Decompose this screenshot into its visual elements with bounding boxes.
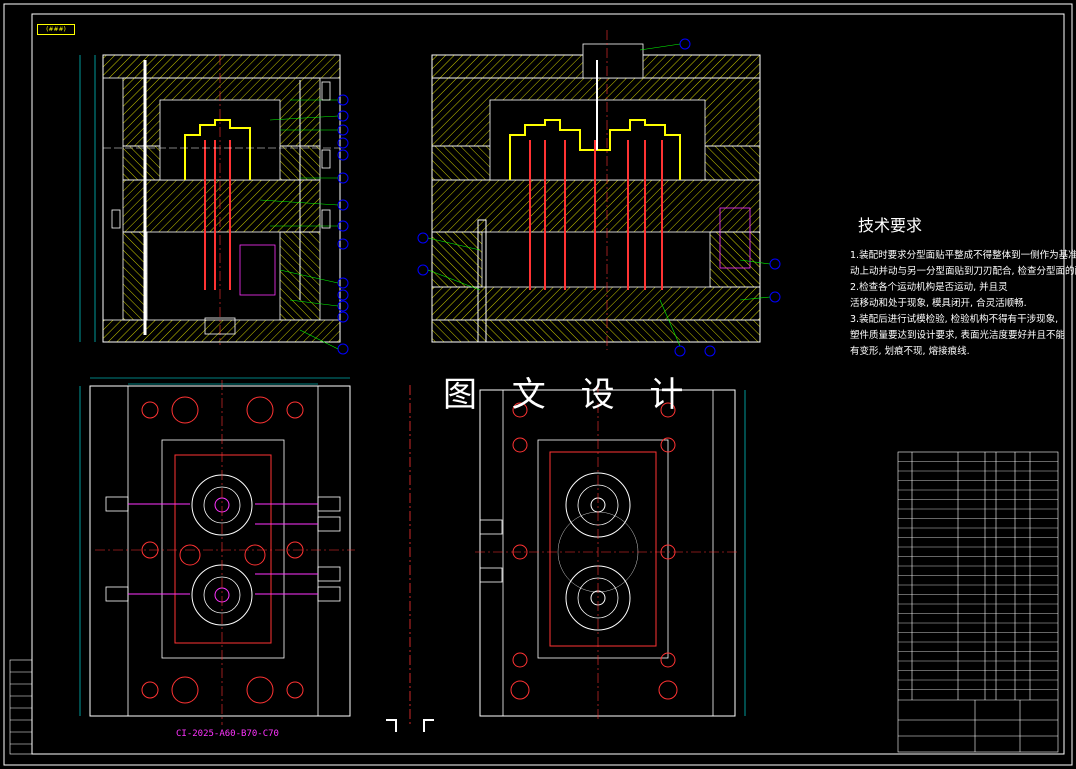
parts-list [897, 451, 1059, 753]
tech-line-2: 动上动并动与另一分型面贴到刀刃配合, 检查分型面的配合情况. [850, 266, 1076, 277]
part-code-label: CI-2025-A60-B70-C70 [176, 729, 279, 739]
plan-view-right [475, 385, 746, 720]
tech-line-4: 活移动和处于现象, 模具闭开, 合灵活顺畅. [850, 298, 1027, 309]
tech-title: 技术要求 [858, 216, 923, 235]
sheet-tag: (###) [37, 24, 75, 35]
section-view-right [417, 30, 781, 357]
tech-line-1: 1.装配时要求分型面贴平整成不得整体到一侧作为基准. [850, 250, 1076, 261]
section-view-left [79, 54, 349, 355]
plan-view-left [79, 377, 355, 725]
tech-line-6: 塑件质量要达到设计要求, 表面光洁度要好并且不能 [850, 330, 1066, 341]
tech-line-7: 有变形, 划痕不现, 熔接痕线. [850, 346, 970, 357]
section-marks [386, 719, 434, 732]
tech-line-3: 2.检查各个运动机构是否运动, 并且灵 [850, 282, 1008, 293]
watermark: 图 文 设 计 [443, 375, 696, 415]
parts-rows [898, 461, 1058, 690]
tech-line-5: 3.装配后进行试模检验, 检验机构不得有干涉现象, [850, 314, 1059, 325]
technical-requirements: 技术要求 1.装配时要求分型面贴平整成不得整体到一侧作为基准. 动上动并动与另一… [850, 212, 1076, 360]
left-margin-strip [9, 659, 33, 755]
